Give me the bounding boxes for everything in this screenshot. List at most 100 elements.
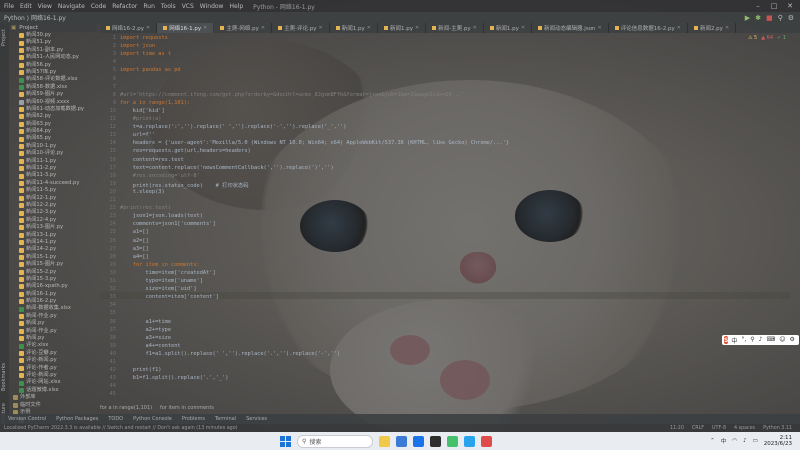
wifi-icon[interactable]: ◠ [732,438,737,444]
code-line[interactable]: size=item['uid'] [120,286,197,292]
stop-icon[interactable]: ■ [766,14,773,22]
project-tree-item[interactable]: 新闻16-1.py [9,291,97,298]
project-tree-item[interactable]: 新闻-作业.py [9,328,97,335]
project-tree-item[interactable]: 评论-网站.xlsx [9,379,97,386]
project-tree-item[interactable]: 新闻13-1.py [9,232,97,239]
editor-tab[interactable]: 新闻1.py ✕ [484,23,533,33]
project-tree-item[interactable]: 新闻12-3.py [9,209,97,216]
editor-tab[interactable]: 评论信息数据16-2.py ✕ [609,23,688,33]
project-tree-item[interactable]: 新闻-作业.py [9,313,97,320]
windows-start-icon[interactable] [280,435,291,447]
app-icon-red[interactable] [481,435,492,447]
code-line[interactable]: b1=f1.split().replace('.','_') [120,375,229,381]
bottom-tool-button[interactable]: Problems [182,416,205,422]
project-tree-item[interactable]: 新闻15-2.py [9,269,97,276]
project-tree-item[interactable]: 新闻11-3.py [9,172,97,179]
code-line[interactable]: text=content.replace('newsCommentCallbac… [120,165,334,171]
code-line[interactable]: for item in comments: [120,262,200,268]
code-line[interactable]: f1=a1.split().replace(' ','').replace('.… [120,351,341,357]
code-line[interactable]: import json [120,43,155,49]
bottom-tool-button[interactable]: Services [246,416,267,422]
project-tree-item[interactable]: 新闻15-图片.py [9,261,97,268]
code-line[interactable]: import time as t [120,51,171,57]
input-language[interactable]: 中 [721,437,727,445]
edge-browser-icon[interactable] [396,435,407,447]
ime-toolbar[interactable]: S 中°,⚲♪⌨☺⚙⊞ [722,335,800,345]
project-tree-item[interactable]: 新闻11-1.py [9,158,97,165]
project-tree-item[interactable]: 新闻62.py [9,113,97,120]
code-line[interactable]: #print(a) [120,116,162,122]
chevron-up-icon[interactable]: ⌃ [710,438,715,444]
ime-button[interactable]: ⚲ [750,336,754,345]
breadcrumb[interactable]: Python ⟩ 网络16-1.py [4,13,66,22]
project-tree-item[interactable]: 新闻58-评论数据.xlsx [9,76,97,83]
sogou-ime-icon[interactable]: S [724,336,729,344]
code-line[interactable]: url=f'' [120,132,155,138]
file-encoding[interactable]: UTF-8 [712,426,726,431]
project-tree-item[interactable]: 新闻61-动态加载数据.py [9,106,97,113]
menu-item[interactable]: Code [91,3,106,10]
code-line[interactable]: a3=[] [120,246,149,252]
project-tree-item[interactable]: 新闻10-评论.py [9,150,97,157]
code-breadcrumb-item[interactable]: for a in range(1,101) [100,405,152,411]
maximize-icon[interactable]: □ [766,0,782,12]
code-line[interactable]: json1=json.loads(text) [120,213,203,219]
project-tree-item[interactable]: 新闻51.py [9,39,97,46]
code-line[interactable]: for a in range(1,101): [120,100,190,106]
word-icon[interactable] [413,435,424,447]
code-line[interactable]: import requests [120,35,168,41]
code-line[interactable]: a3+=size [120,335,172,341]
code-editor[interactable]: import requests import json import time as… [120,33,790,403]
debug-icon[interactable]: ✱ [755,14,761,22]
code-line[interactable]: import pandas as pd [120,67,181,73]
taskbar-search[interactable]: ⚲ 搜索 [297,434,373,448]
project-tree-item[interactable]: 评论-作者.py [9,365,97,372]
bottom-tool-button[interactable]: TODO [108,416,123,422]
project-tree-item[interactable]: 新闻63.py [9,121,97,128]
code-breadcrumb-item[interactable]: for item in comments [160,405,214,411]
line-separator[interactable]: CRLF [692,426,704,431]
caret-position[interactable]: 11:20 [670,426,684,431]
ime-button[interactable]: °, [741,336,746,345]
project-tree-item[interactable]: 新闻13-图片.py [9,224,97,231]
project-tree-item[interactable]: 新闻65.py [9,135,97,142]
search-icon[interactable]: ⚲ [778,14,783,22]
project-tree-item[interactable]: 评论-新闻.py [9,357,97,364]
menu-item[interactable]: File [4,3,14,10]
project-tree-item[interactable]: 外部库 [9,394,97,401]
project-tree-item[interactable]: 新闻51-人民网动态.py [9,54,97,61]
indent-setting[interactable]: 4 spaces [734,426,755,431]
close-tab-icon[interactable]: ✕ [725,25,729,31]
project-tree-item[interactable]: 新闻15-1.py [9,254,97,261]
close-tab-icon[interactable]: ✕ [415,25,419,31]
menu-item[interactable]: Window [200,3,224,10]
status-message[interactable]: Localized PyCharm 2022.3.3 is available … [4,426,238,431]
close-tab-icon[interactable]: ✕ [319,25,323,31]
editor-tab[interactable]: 主爬-评论.py ✕ [272,23,330,33]
run-icon[interactable]: ▶ [745,14,750,22]
code-line[interactable]: a2+=type [120,327,172,333]
project-tree-item[interactable]: 新闻30.py [9,32,97,39]
ime-button[interactable]: ☺ [779,336,785,345]
menu-item[interactable]: Refactor [112,3,137,10]
project-tool-tab[interactable]: Project [1,29,7,46]
project-tree-item[interactable]: 新闻.py [9,335,97,342]
code-line[interactable]: content=item['content'] [120,294,219,300]
menu-item[interactable]: VCS [182,3,194,10]
bookmarks-tool-tab[interactable]: Bookmarks [1,363,7,391]
project-tree-item[interactable]: 新闻60-视频.xxxx [9,99,97,106]
code-line[interactable]: t=a.replace(':','').replace(' ','').repl… [120,124,347,130]
project-tree-item[interactable]: 新闻11-5.py [9,187,97,194]
code-line[interactable]: print(f1) [120,367,162,373]
editor-tab[interactable]: 新闻2.py ✕ [688,23,737,33]
close-icon[interactable]: ✕ [782,0,798,12]
editor-tab[interactable]: 主爬-网络.py ✕ [214,23,273,33]
editor-tab[interactable]: 新闻1.py ✕ [378,23,427,33]
code-line[interactable]: a1=[] [120,229,149,235]
bottom-tool-button[interactable]: Python Packages [56,416,98,422]
project-tree-item[interactable]: 临时文件 [9,402,97,409]
clock[interactable]: 2:11 2023/6/23 [764,435,792,447]
volume-icon[interactable]: ♪ [743,438,747,444]
close-tab-icon[interactable]: ✕ [521,25,525,31]
ime-button[interactable]: ♪ [759,336,763,345]
